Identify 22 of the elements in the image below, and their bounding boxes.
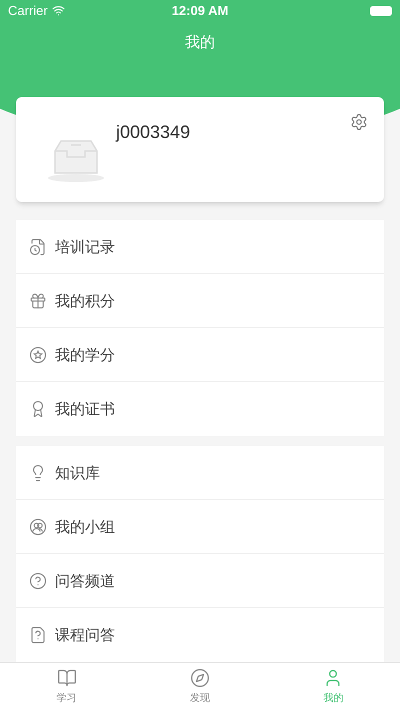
menu-item[interactable]: 问答频道 <box>16 554 384 608</box>
menu-item[interactable]: 我的小组 <box>16 500 384 554</box>
status-time: 12:09 AM <box>172 2 228 20</box>
gift-icon <box>29 292 47 310</box>
menu-item[interactable]: 我的积分 <box>16 274 384 328</box>
tab-bar-item[interactable]: 发现 <box>133 663 267 711</box>
menu-item[interactable]: 培训记录 <box>16 220 384 274</box>
carrier-label: Carrier <box>8 2 48 20</box>
menu-item[interactable]: 我的证书 <box>16 382 384 436</box>
page-title: 我的 <box>185 32 215 54</box>
tab-bar-item[interactable]: 学习 <box>0 663 134 711</box>
record-icon <box>29 238 47 256</box>
menu-item[interactable]: 知识库 <box>16 446 384 500</box>
menu-item[interactable]: 课程问答 <box>16 608 384 662</box>
book-icon <box>56 668 77 688</box>
document-question-icon <box>29 626 47 644</box>
question-icon <box>29 572 47 590</box>
people-icon <box>29 518 47 536</box>
menu-item[interactable]: 我的学分 <box>16 328 384 382</box>
settings-icon[interactable] <box>350 112 368 131</box>
compass-icon <box>190 668 210 688</box>
username: j0003349 <box>116 120 190 143</box>
